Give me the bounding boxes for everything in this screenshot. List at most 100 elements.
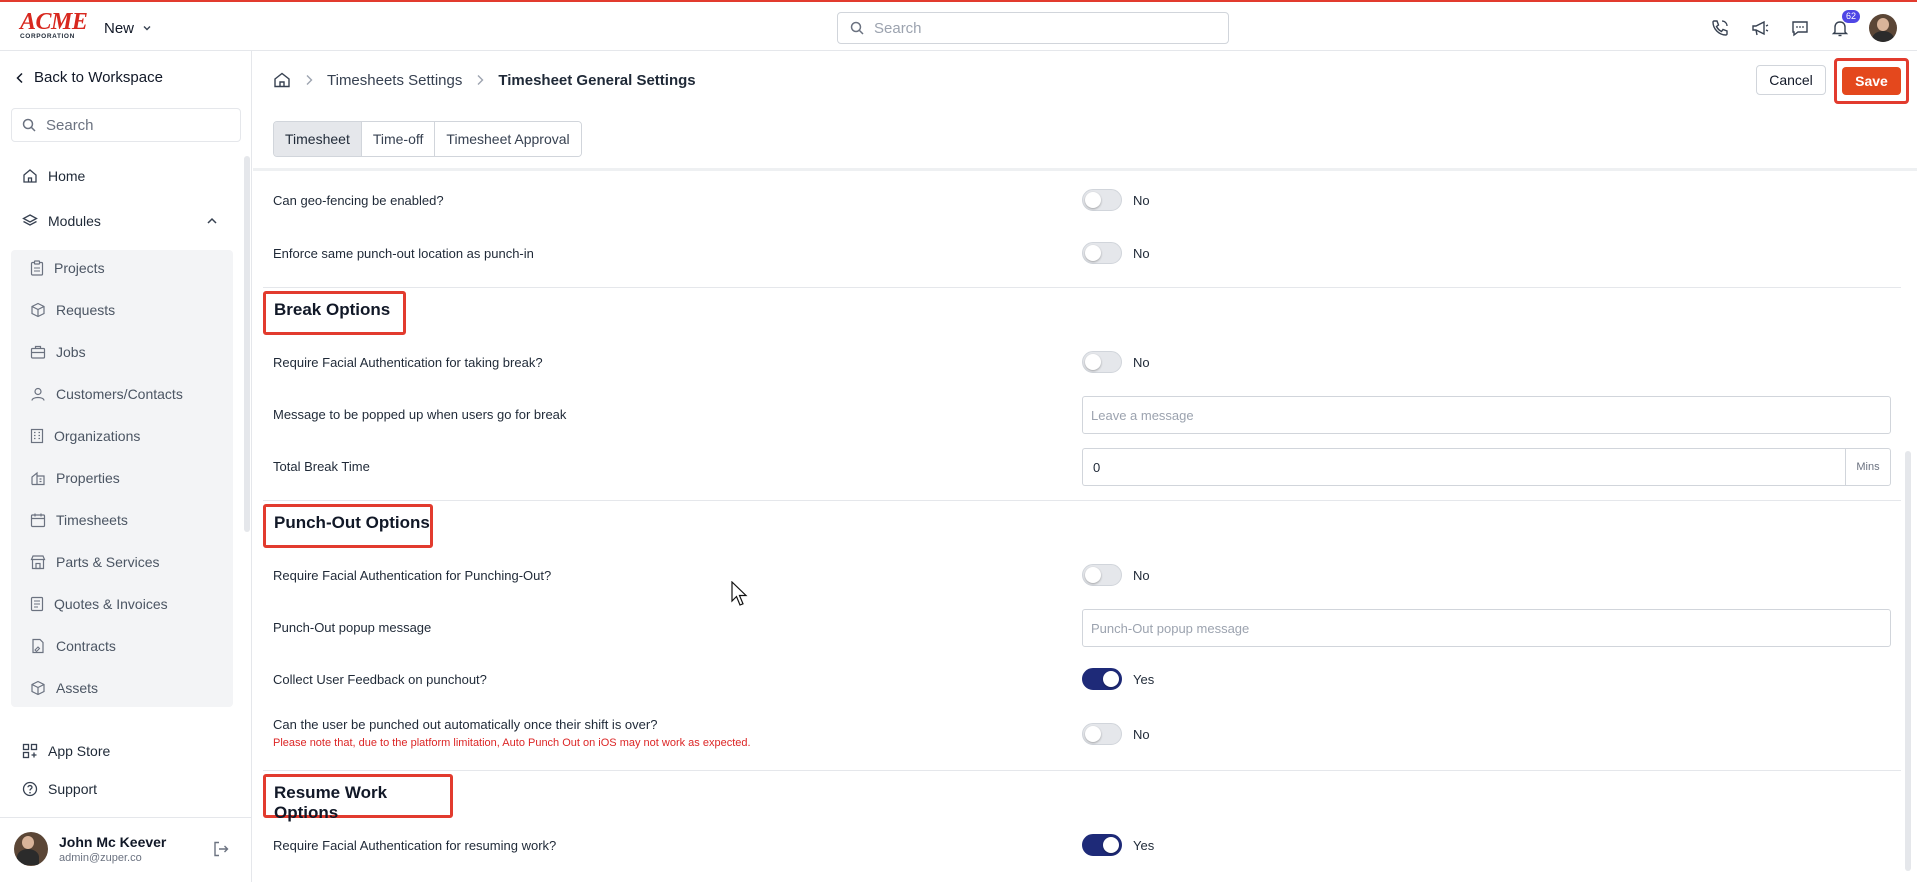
sidebar-search[interactable] <box>11 108 241 142</box>
user-email: admin@zuper.co <box>59 852 142 864</box>
phone-icon[interactable] <box>1709 17 1731 39</box>
feedback-state: Yes <box>1133 672 1155 687</box>
sidebar-item-customers-contacts[interactable]: Customers/Contacts <box>30 386 183 402</box>
logout-icon[interactable] <box>212 840 230 858</box>
auto-punchout-label: Can the user be punched out automaticall… <box>273 717 658 732</box>
help-circle-icon <box>22 781 38 797</box>
sidebar-item-requests[interactable]: Requests <box>30 302 115 318</box>
notification-badge: 62 <box>1841 10 1860 23</box>
sidebar-item-label: Quotes & Invoices <box>54 596 168 612</box>
avatar[interactable] <box>1869 14 1897 42</box>
tab-timesheet-approval[interactable]: Timesheet Approval <box>435 122 581 156</box>
home-icon <box>23 169 37 183</box>
break-facial-label: Require Facial Authentication for taking… <box>273 355 543 370</box>
search-icon <box>22 118 36 132</box>
header-actions: 62 <box>1709 10 1897 42</box>
top-bar: ACME CORPORATION New 62 <box>0 0 1917 51</box>
avatar[interactable] <box>14 832 48 866</box>
sidebar-item-quotes-invoices[interactable]: Quotes & Invoices <box>30 596 168 612</box>
logo-text: ACME <box>20 9 88 35</box>
sidebar-item-support[interactable]: Support <box>22 781 97 797</box>
calendar-icon <box>30 513 46 528</box>
property-icon <box>31 471 45 486</box>
sidebar-item-timesheets[interactable]: Timesheets <box>30 512 128 528</box>
resume-facial-toggle[interactable] <box>1082 834 1122 856</box>
bell-icon[interactable]: 62 <box>1829 10 1860 39</box>
apps-icon <box>22 743 38 759</box>
contract-icon <box>32 638 44 654</box>
break-facial-toggle[interactable] <box>1082 351 1122 373</box>
section-punch-out-options: Punch-Out Options <box>263 504 433 548</box>
chevron-up-icon[interactable] <box>206 216 218 226</box>
sidebar-item-parts-services[interactable]: Parts & Services <box>30 554 159 570</box>
punchout-facial-label: Require Facial Authentication for Punchi… <box>273 568 552 583</box>
search-icon <box>850 21 864 35</box>
acme-logo[interactable]: ACME CORPORATION <box>20 9 88 41</box>
total-break-input[interactable] <box>1082 448 1845 486</box>
resume-facial-state: Yes <box>1133 838 1155 853</box>
save-button[interactable]: Save <box>1842 67 1901 95</box>
feedback-label: Collect User Feedback on punchout? <box>273 672 487 687</box>
divider <box>263 287 1901 288</box>
sidebar-scrollbar[interactable] <box>244 156 250 532</box>
geofencing-state: No <box>1133 193 1150 208</box>
sidebar-item-app-store[interactable]: App Store <box>22 743 110 759</box>
resume-facial-label: Require Facial Authentication for resumi… <box>273 838 557 853</box>
back-to-workspace-link[interactable]: Back to Workspace <box>16 69 163 86</box>
new-label: New <box>104 19 135 37</box>
chevron-right-icon <box>306 75 313 85</box>
sidebar-item-properties[interactable]: Properties <box>30 470 120 486</box>
geofencing-label: Can geo-fencing be enabled? <box>273 193 444 208</box>
tabs-divider <box>253 168 1917 171</box>
global-search-input[interactable] <box>874 19 1194 37</box>
sidebar-item-home[interactable]: Home <box>22 168 85 184</box>
break-message-input[interactable] <box>1082 396 1891 434</box>
punchout-facial-toggle[interactable] <box>1082 564 1122 586</box>
sidebar-search-input[interactable] <box>46 116 226 134</box>
layers-icon <box>22 214 38 226</box>
sidebar-item-assets[interactable]: Assets <box>30 680 98 696</box>
new-menu-button[interactable]: New <box>104 16 152 40</box>
global-search[interactable] <box>837 12 1229 44</box>
sidebar-item-label: Customers/Contacts <box>56 386 183 402</box>
cancel-button[interactable]: Cancel <box>1756 65 1826 95</box>
divider <box>263 770 1901 771</box>
sidebar-item-label: Requests <box>56 302 116 318</box>
megaphone-icon[interactable] <box>1749 17 1771 39</box>
break-facial-state: No <box>1133 355 1150 370</box>
sidebar-item-organizations[interactable]: Organizations <box>30 428 140 444</box>
feedback-toggle[interactable] <box>1082 668 1122 690</box>
sidebar-item-label: Assets <box>56 680 99 696</box>
breadcrumb-parent[interactable]: Timesheets Settings <box>327 72 462 89</box>
sidebar-item-projects[interactable]: Projects <box>30 260 105 276</box>
briefcase-icon <box>30 345 46 359</box>
sidebar-item-jobs[interactable]: Jobs <box>30 344 86 360</box>
invoice-icon <box>30 596 44 612</box>
sidebar: Back to Workspace Home Modules Projects … <box>0 51 252 882</box>
sidebar-item-contracts[interactable]: Contracts <box>30 638 116 654</box>
chevron-down-icon <box>143 26 151 31</box>
mouse-cursor-icon <box>731 581 748 606</box>
punchout-message-input[interactable] <box>1082 609 1891 647</box>
auto-punchout-toggle[interactable] <box>1082 723 1122 745</box>
divider <box>263 500 1901 501</box>
tab-time-off[interactable]: Time-off <box>361 122 436 156</box>
package-icon <box>31 302 45 318</box>
home-icon[interactable] <box>273 71 291 89</box>
tab-timesheet[interactable]: Timesheet <box>274 122 362 156</box>
main-scrollbar[interactable] <box>1905 451 1911 871</box>
chevron-right-icon <box>477 75 484 85</box>
sidebar-item-label: Properties <box>56 470 120 486</box>
geofencing-toggle[interactable] <box>1082 189 1122 211</box>
chat-icon[interactable] <box>1789 17 1811 39</box>
auto-punchout-warning: Please note that, due to the platform li… <box>273 737 751 749</box>
sidebar-item-modules[interactable]: Modules <box>22 213 101 229</box>
same-location-label: Enforce same punch-out location as punch… <box>273 246 534 261</box>
user-profile: John Mc Keever admin@zuper.co <box>0 817 252 882</box>
sidebar-item-label: Timesheets <box>56 512 128 528</box>
same-location-toggle[interactable] <box>1082 242 1122 264</box>
sidebar-item-label: Organizations <box>54 428 141 444</box>
sidebar-item-label: Support <box>48 781 98 797</box>
main-content: Timesheets Settings Timesheet General Se… <box>253 51 1917 882</box>
clipboard-icon <box>30 260 44 276</box>
